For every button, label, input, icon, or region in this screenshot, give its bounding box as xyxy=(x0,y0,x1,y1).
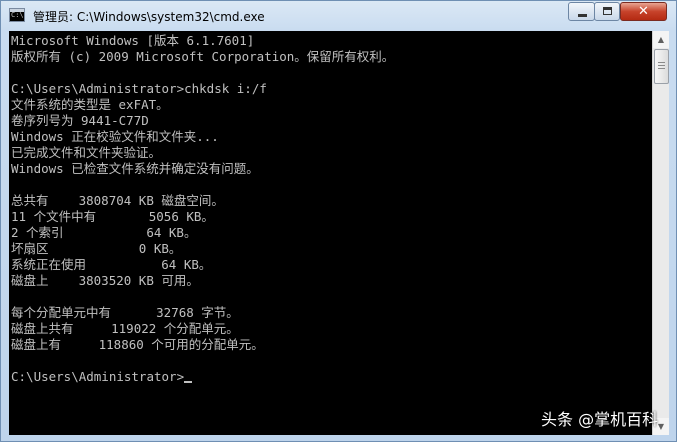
console-line-text: 磁盘上 3803520 KB 可用。 xyxy=(11,273,199,288)
console-line: Windows 已检查文件系统并确定没有问题。 xyxy=(11,161,394,177)
console-line-text: 系统正在使用 64 KB。 xyxy=(11,257,212,272)
console-line: 11 个文件中有 5056 KB。 xyxy=(11,209,394,225)
console-line: 系统正在使用 64 KB。 xyxy=(11,257,394,273)
console-line-text: 2 个索引 64 KB。 xyxy=(11,225,197,240)
console-line: 2 个索引 64 KB。 xyxy=(11,225,394,241)
console-line-text: Windows 已检查文件系统并确定没有问题。 xyxy=(11,161,259,176)
console-line: 磁盘上 3803520 KB 可用。 xyxy=(11,273,394,289)
cmd-window: C:\ 管理员: C:\Windows\system32\cmd.exe ✕ M… xyxy=(0,0,677,442)
minimize-button[interactable] xyxy=(568,2,595,21)
console-lines: Microsoft Windows [版本 6.1.7601] 版权所有 (c) … xyxy=(11,33,394,385)
console-line: 坏扇区 0 KB。 xyxy=(11,241,394,257)
console-line-text: 磁盘上共有 119022 个分配单元。 xyxy=(11,321,239,336)
close-icon: ✕ xyxy=(638,4,649,19)
console-line: 每个分配单元中有 32768 字节。 xyxy=(11,305,394,321)
console-line: C:\Users\Administrator> xyxy=(11,369,394,385)
text-cursor xyxy=(184,381,193,383)
scroll-thumb[interactable] xyxy=(654,49,669,84)
window-title: 管理员: C:\Windows\system32\cmd.exe xyxy=(33,10,265,24)
console-line-text: C:\Users\Administrator>chkdsk i:/f xyxy=(11,81,267,96)
console-line: 卷序列号为 9441-C77D xyxy=(11,113,394,129)
cmd-icon[interactable]: C:\ xyxy=(9,8,25,22)
watermark: 头条 @掌机百科 xyxy=(541,410,659,429)
console-line-text: 磁盘上有 118860 个可用的分配单元。 xyxy=(11,337,264,352)
console-line: 文件系统的类型是 exFAT。 xyxy=(11,97,394,113)
console-line-text: 坏扇区 0 KB。 xyxy=(11,241,182,256)
console-line: C:\Users\Administrator>chkdsk i:/f xyxy=(11,81,394,97)
console-line: 已完成文件和文件夹验证。 xyxy=(11,145,394,161)
scroll-thumb-grip-icon xyxy=(658,62,665,69)
console-line-text: Windows 正在校验文件和文件夹... xyxy=(11,129,219,144)
minimize-icon xyxy=(578,14,587,17)
console-line-text: 卷序列号为 9441-C77D xyxy=(11,113,149,128)
console-line: 磁盘上共有 119022 个分配单元。 xyxy=(11,321,394,337)
console-line-text: Microsoft Windows [版本 6.1.7601] xyxy=(11,33,255,48)
console-line: Microsoft Windows [版本 6.1.7601] xyxy=(11,33,394,49)
scroll-up-arrow-icon[interactable]: ▲ xyxy=(653,31,669,48)
console-line: 磁盘上有 118860 个可用的分配单元。 xyxy=(11,337,394,353)
console-line-text: 文件系统的类型是 exFAT。 xyxy=(11,97,169,112)
close-button[interactable]: ✕ xyxy=(620,2,667,21)
console-line-text: 版权所有 (c) 2009 Microsoft Corporation。保留所有… xyxy=(11,49,395,64)
console-line-text: C:\Users\Administrator> xyxy=(11,369,185,384)
cmd-icon-label: C:\ xyxy=(11,11,24,19)
vertical-scrollbar[interactable]: ▲ ▼ xyxy=(652,31,669,435)
maximize-button[interactable] xyxy=(594,2,620,21)
console-line: 总共有 3808704 KB 磁盘空间。 xyxy=(11,193,394,209)
title-bar[interactable]: C:\ 管理员: C:\Windows\system32\cmd.exe ✕ xyxy=(1,1,676,31)
console-line: Windows 正在校验文件和文件夹... xyxy=(11,129,394,145)
console-line-text: 11 个文件中有 5056 KB。 xyxy=(11,209,214,224)
console-line-text: 每个分配单元中有 32768 字节。 xyxy=(11,305,239,320)
console-line: 版权所有 (c) 2009 Microsoft Corporation。保留所有… xyxy=(11,49,394,65)
console-line-text: 已完成文件和文件夹验证。 xyxy=(11,145,162,160)
console-output[interactable]: Microsoft Windows [版本 6.1.7601] 版权所有 (c) … xyxy=(9,31,652,435)
console-line-text: 总共有 3808704 KB 磁盘空间。 xyxy=(11,193,224,208)
maximize-icon xyxy=(603,7,612,15)
